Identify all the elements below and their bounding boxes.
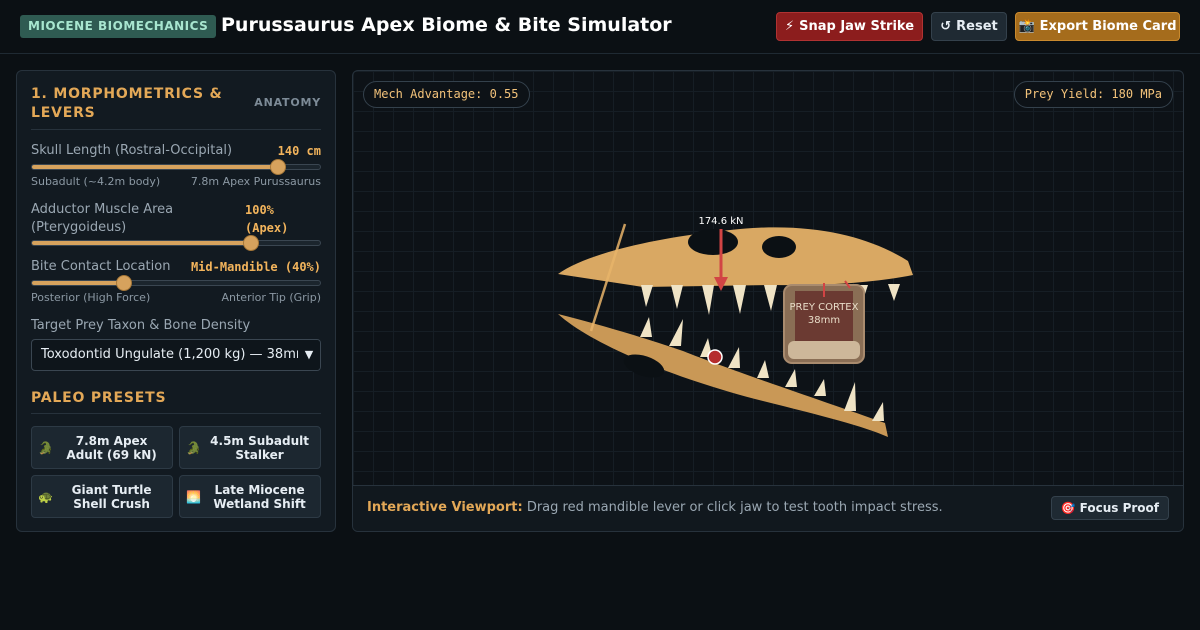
anatomy-tag: ANATOMY	[254, 96, 321, 109]
preset-apex-adult-button[interactable]: 🐊 7.8m Apex Adult (69 kN)	[31, 426, 173, 469]
chevron-down-icon: ▼	[298, 340, 320, 370]
prey-thickness-label: 38mm	[808, 315, 840, 326]
mech-advantage-readout: Mech Advantage: 0.55	[363, 81, 530, 108]
preset-subadult-button[interactable]: 🐊 4.5m Subadult Stalker	[179, 426, 321, 469]
bite-contact-value: Mid-Mandible (40%)	[190, 260, 321, 274]
bite-contact-label: Bite Contact Location	[31, 259, 171, 274]
adductor-area-label: Adductor Muscle Area (Pterygoideus)	[31, 202, 174, 235]
lightning-icon: ⚡	[784, 19, 795, 34]
bite-contact-slider[interactable]	[31, 275, 321, 291]
export-biome-card-label: Export Biome Card	[1039, 19, 1177, 34]
viewport-footer: Interactive Viewport: Drag red mandible …	[353, 485, 1183, 531]
prey-taxon-selected: Toxodontid Ungulate (1,200 kg) — 38mm C	[41, 347, 321, 362]
jaw-canvas[interactable]: PREY CORTEX 38mm 174.6 kN	[353, 71, 1184, 487]
preset-label: Late Miocene Wetland Shift	[213, 482, 306, 511]
adductor-area-value: 100% (Apex)	[245, 203, 289, 235]
adductor-area-slider[interactable]	[31, 235, 321, 251]
crocodile-icon: 🐊	[38, 440, 53, 455]
slider-thumb[interactable]	[116, 275, 133, 291]
camera-icon: 📸	[1018, 19, 1035, 34]
slider-thumb[interactable]	[242, 235, 259, 251]
skull-length-slider[interactable]	[31, 159, 321, 175]
viewport-hint-title: Interactive Viewport:	[367, 500, 523, 515]
preset-label: 7.8m Apex Adult (69 kN)	[66, 433, 157, 462]
target-icon: 🎯	[1060, 501, 1076, 515]
morphometrics-title: 1. MORPHOMETRICS & LEVERS	[31, 86, 223, 121]
orbit	[688, 229, 738, 255]
slider-thumb[interactable]	[270, 159, 287, 175]
reset-button[interactable]: ↺ Reset	[931, 12, 1007, 41]
prey-yield-readout: Prey Yield: 180 MPa	[1013, 81, 1173, 108]
bite-contact-max-label: Anterior Tip (Grip)	[221, 291, 322, 304]
skull-length-label: Skull Length (Rostral-Occipital)	[31, 143, 233, 158]
reset-label: Reset	[956, 19, 998, 34]
snap-jaw-strike-button[interactable]: ⚡ Snap Jaw Strike	[776, 12, 923, 41]
mandible-lever-handle[interactable]	[707, 349, 723, 365]
export-biome-card-button[interactable]: 📸 Export Biome Card	[1015, 12, 1180, 41]
temporal-fenestra	[762, 236, 796, 258]
turtle-icon: 🐢	[38, 489, 53, 504]
skull-length-min-label: Subadult (~4.2m body)	[31, 175, 161, 188]
bite-force-label: 174.6 kN	[698, 216, 743, 227]
preset-label: 4.5m Subadult Stalker	[210, 433, 309, 462]
slider-fill	[32, 241, 251, 245]
upper-skull[interactable]	[558, 227, 913, 287]
brand-badge: MIOCENE BIOMECHANICS	[20, 15, 217, 38]
crocodile-icon: 🐊	[186, 440, 201, 455]
reset-icon: ↺	[940, 19, 952, 34]
snap-jaw-strike-label: Snap Jaw Strike	[799, 19, 915, 34]
viewport-hint-text: Drag red mandible lever or click jaw to …	[526, 500, 943, 515]
skull-length-value: 140 cm	[277, 144, 321, 158]
prey-cortex-label: PREY CORTEX	[790, 302, 859, 313]
presets-title: PALEO PRESETS	[31, 390, 167, 406]
sunset-icon: 🌅	[186, 489, 201, 504]
jaw-viewport[interactable]: PREY CORTEX 38mm 174.6 kN Mech Advantage…	[352, 70, 1184, 532]
slider-fill	[32, 165, 279, 169]
viewport-hint: Interactive Viewport: Drag red mandible …	[367, 500, 943, 515]
focus-proof-label: Focus Proof	[1079, 501, 1159, 515]
section-divider	[31, 129, 321, 130]
app-title: Purussaurus Apex Biome & Bite Simulator	[221, 14, 672, 36]
prey-taxon-label: Target Prey Taxon & Bone Density	[31, 318, 251, 333]
focus-proof-button[interactable]: 🎯 Focus Proof	[1050, 496, 1169, 520]
slider-fill	[32, 281, 125, 285]
preset-wetland-shift-button[interactable]: 🌅 Late Miocene Wetland Shift	[179, 475, 321, 518]
prey-taxon-select[interactable]: Toxodontid Ungulate (1,200 kg) — 38mm C …	[31, 339, 321, 371]
section-divider	[31, 413, 321, 414]
bite-contact-min-label: Posterior (High Force)	[31, 291, 151, 304]
controls-panel: 1. MORPHOMETRICS & LEVERS ANATOMY Skull …	[16, 70, 336, 532]
skull-length-max-label: 7.8m Apex Purussaurus	[190, 175, 321, 188]
preset-label: Giant Turtle Shell Crush	[71, 482, 152, 511]
app-header: MIOCENE BIOMECHANICS Purussaurus Apex Bi…	[0, 0, 1200, 54]
preset-turtle-crush-button[interactable]: 🐢 Giant Turtle Shell Crush	[31, 475, 173, 518]
